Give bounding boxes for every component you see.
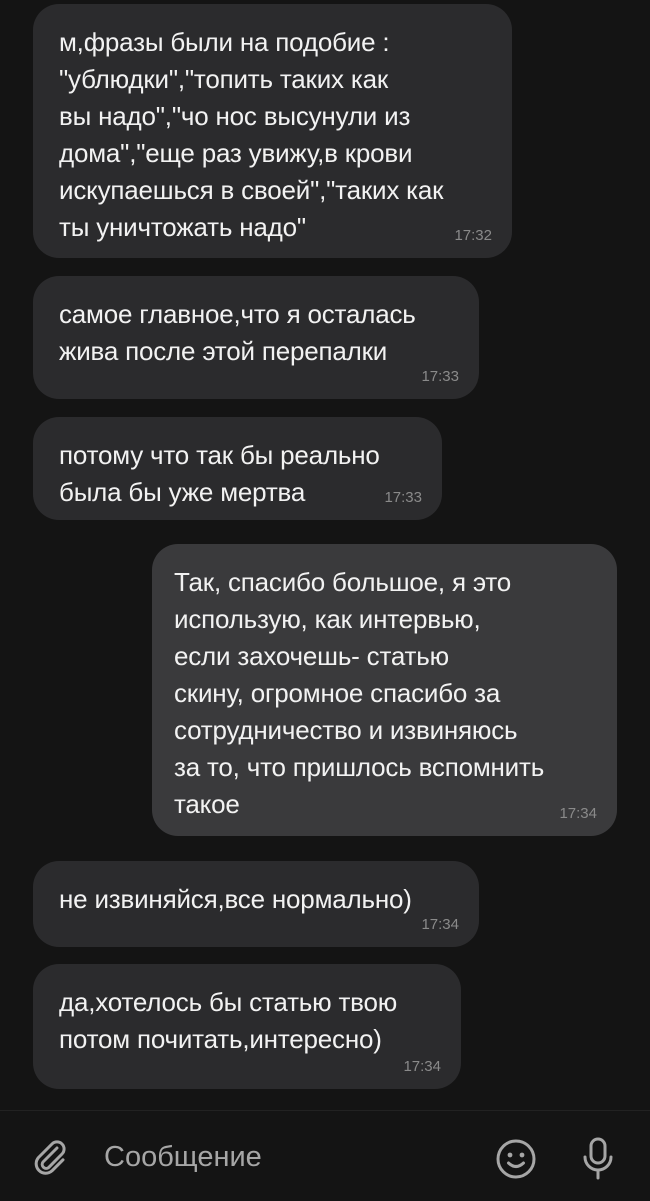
message-bubble-outgoing[interactable]: Так, спасибо большое, я это использую, к… xyxy=(152,544,617,836)
message-time: 17:34 xyxy=(403,1058,441,1075)
message-time: 17:33 xyxy=(384,489,422,506)
message-text: м,фразы были на подобие : "ублюдки","топ… xyxy=(59,27,444,242)
message-bubble-incoming[interactable]: не извиняйся,все нормально) 17:34 xyxy=(33,861,479,947)
message-text: не извиняйся,все нормально) xyxy=(59,884,412,914)
smiley-icon[interactable] xyxy=(494,1137,538,1181)
message-bubble-incoming[interactable]: м,фразы были на подобие : "ублюдки","топ… xyxy=(33,4,512,258)
paperclip-icon[interactable] xyxy=(30,1137,70,1177)
message-text: Так, спасибо большое, я это использую, к… xyxy=(174,567,545,819)
chat-history[interactable]: м,фразы были на подобие : "ублюдки","топ… xyxy=(0,0,650,1110)
message-text: самое главное,что я осталась жива после … xyxy=(59,299,416,366)
message-composer: Сообщение xyxy=(0,1110,650,1201)
message-time: 17:34 xyxy=(421,916,459,933)
message-input[interactable]: Сообщение xyxy=(104,1139,262,1175)
message-bubble-incoming[interactable]: да,хотелось бы статью твою потом почитат… xyxy=(33,964,461,1089)
microphone-icon[interactable] xyxy=(578,1135,618,1183)
message-bubble-incoming[interactable]: самое главное,что я осталась жива после … xyxy=(33,276,479,399)
message-time: 17:33 xyxy=(421,368,459,385)
message-text: да,хотелось бы статью твою потом почитат… xyxy=(59,987,398,1054)
message-text: потому что так бы реально была бы уже ме… xyxy=(59,440,380,507)
message-time: 17:34 xyxy=(559,805,597,822)
message-bubble-incoming[interactable]: потому что так бы реально была бы уже ме… xyxy=(33,417,442,520)
message-time: 17:32 xyxy=(454,227,492,244)
